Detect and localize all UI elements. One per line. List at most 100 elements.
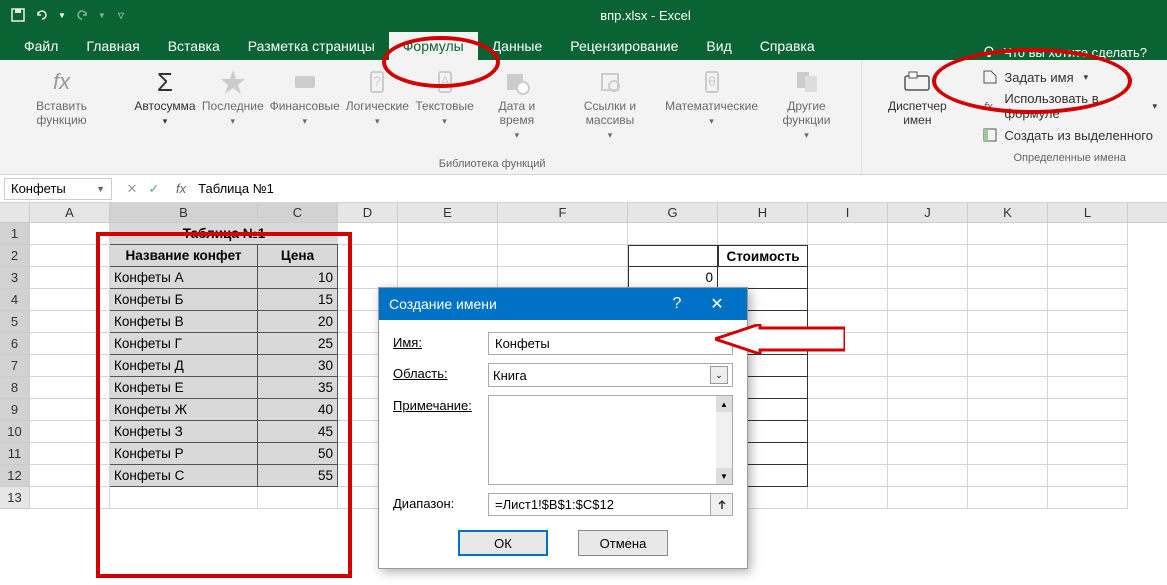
cell[interactable] bbox=[30, 333, 110, 355]
cell[interactable] bbox=[1048, 245, 1128, 267]
cell[interactable] bbox=[1048, 355, 1128, 377]
scrollbar[interactable]: ▲ ▼ bbox=[716, 396, 732, 484]
cell[interactable] bbox=[968, 267, 1048, 289]
row-header[interactable]: 12 bbox=[0, 465, 30, 487]
cell[interactable] bbox=[398, 223, 498, 245]
col-header[interactable]: D bbox=[338, 203, 398, 222]
save-icon[interactable] bbox=[10, 7, 26, 23]
more-functions-button[interactable]: Другие функции▾ bbox=[760, 64, 853, 156]
name-input[interactable] bbox=[488, 332, 733, 355]
formula-input[interactable]: Таблица №1 bbox=[192, 181, 1167, 196]
cell[interactable] bbox=[968, 355, 1048, 377]
use-in-formula-button[interactable]: fx Использовать в формуле ▾ bbox=[982, 88, 1157, 124]
undo-icon[interactable] bbox=[34, 7, 50, 23]
cell[interactable]: Конфеты Р bbox=[110, 443, 258, 465]
cell[interactable] bbox=[498, 245, 628, 267]
cell[interactable] bbox=[808, 465, 888, 487]
cell[interactable] bbox=[808, 289, 888, 311]
cell[interactable] bbox=[808, 311, 888, 333]
cell[interactable] bbox=[888, 289, 968, 311]
row-header[interactable]: 1 bbox=[0, 223, 30, 245]
cell[interactable] bbox=[1048, 377, 1128, 399]
cell[interactable] bbox=[968, 289, 1048, 311]
cell[interactable] bbox=[1048, 487, 1128, 509]
row-header[interactable]: 4 bbox=[0, 289, 30, 311]
cell[interactable] bbox=[1048, 399, 1128, 421]
cell[interactable] bbox=[30, 377, 110, 399]
cell[interactable]: 35 bbox=[258, 377, 338, 399]
cell[interactable] bbox=[30, 289, 110, 311]
cell[interactable] bbox=[1048, 289, 1128, 311]
cell[interactable]: 50 bbox=[258, 443, 338, 465]
cell[interactable] bbox=[30, 399, 110, 421]
cell[interactable] bbox=[258, 487, 338, 509]
cell[interactable] bbox=[398, 245, 498, 267]
cell[interactable] bbox=[1048, 267, 1128, 289]
cell[interactable] bbox=[808, 333, 888, 355]
row-header[interactable]: 13 bbox=[0, 487, 30, 509]
cell[interactable]: 40 bbox=[258, 399, 338, 421]
tab-help[interactable]: Справка bbox=[746, 32, 829, 60]
cell[interactable]: 0 bbox=[628, 267, 718, 289]
cell[interactable] bbox=[808, 267, 888, 289]
cell[interactable] bbox=[1048, 443, 1128, 465]
dialog-titlebar[interactable]: Создание имени ? ✕ bbox=[379, 288, 747, 320]
col-header[interactable]: I bbox=[808, 203, 888, 222]
cell[interactable] bbox=[968, 443, 1048, 465]
cell[interactable] bbox=[808, 245, 888, 267]
row-header[interactable]: 7 bbox=[0, 355, 30, 377]
cell[interactable] bbox=[338, 245, 398, 267]
tab-data[interactable]: Данные bbox=[478, 32, 557, 60]
cell[interactable]: 25 bbox=[258, 333, 338, 355]
col-header[interactable]: E bbox=[398, 203, 498, 222]
cancel-button[interactable]: Отмена bbox=[578, 530, 668, 556]
cell[interactable]: 55 bbox=[258, 465, 338, 487]
cell[interactable] bbox=[30, 443, 110, 465]
name-box[interactable]: Конфеты ▼ bbox=[4, 178, 112, 200]
tab-formulas[interactable]: Формулы bbox=[389, 32, 478, 60]
cell[interactable]: Конфеты Ж bbox=[110, 399, 258, 421]
tab-review[interactable]: Рецензирование bbox=[556, 32, 692, 60]
cell[interactable] bbox=[1048, 421, 1128, 443]
cell[interactable] bbox=[1048, 333, 1128, 355]
dropdown-icon[interactable]: ⌄ bbox=[710, 366, 728, 384]
range-picker-icon[interactable] bbox=[711, 493, 733, 516]
cell[interactable]: Конфеты Б bbox=[110, 289, 258, 311]
scroll-up-icon[interactable]: ▲ bbox=[716, 396, 732, 412]
cell[interactable] bbox=[30, 421, 110, 443]
cell[interactable] bbox=[498, 223, 628, 245]
cell[interactable] bbox=[968, 487, 1048, 509]
col-header[interactable]: K bbox=[968, 203, 1048, 222]
comment-textarea[interactable]: ▲ ▼ bbox=[488, 395, 733, 485]
cell[interactable] bbox=[1048, 311, 1128, 333]
redo-icon[interactable] bbox=[74, 7, 90, 23]
cell[interactable] bbox=[968, 399, 1048, 421]
enter-formula-icon[interactable]: ✓ bbox=[144, 179, 164, 199]
lookup-button[interactable]: Ссылки и массивы▾ bbox=[557, 64, 664, 156]
tab-insert[interactable]: Вставка bbox=[154, 32, 234, 60]
cell[interactable] bbox=[968, 377, 1048, 399]
col-header[interactable]: J bbox=[888, 203, 968, 222]
cell[interactable] bbox=[808, 355, 888, 377]
undo-dropdown-icon[interactable]: ▼ bbox=[58, 11, 66, 20]
cell[interactable]: 45 bbox=[258, 421, 338, 443]
insert-function-button[interactable]: fx Вставить функцию bbox=[8, 64, 115, 172]
cell[interactable]: Конфеты З bbox=[110, 421, 258, 443]
cell[interactable] bbox=[808, 421, 888, 443]
cell[interactable] bbox=[888, 465, 968, 487]
row-header[interactable]: 5 bbox=[0, 311, 30, 333]
cell[interactable] bbox=[30, 355, 110, 377]
cell[interactable] bbox=[398, 267, 498, 289]
select-all-corner[interactable] bbox=[0, 203, 30, 222]
cell[interactable] bbox=[808, 487, 888, 509]
tab-page-layout[interactable]: Разметка страницы bbox=[234, 32, 389, 60]
cell[interactable] bbox=[808, 377, 888, 399]
cell[interactable] bbox=[888, 311, 968, 333]
cell[interactable] bbox=[808, 223, 888, 245]
cell[interactable] bbox=[718, 267, 808, 289]
cell[interactable] bbox=[888, 399, 968, 421]
col-header[interactable]: B bbox=[110, 203, 258, 222]
cell[interactable]: Стоимость bbox=[718, 245, 808, 267]
financial-button[interactable]: Финансовые▾ bbox=[267, 64, 343, 156]
text-functions-button[interactable]: A Текстовые▾ bbox=[412, 64, 477, 156]
